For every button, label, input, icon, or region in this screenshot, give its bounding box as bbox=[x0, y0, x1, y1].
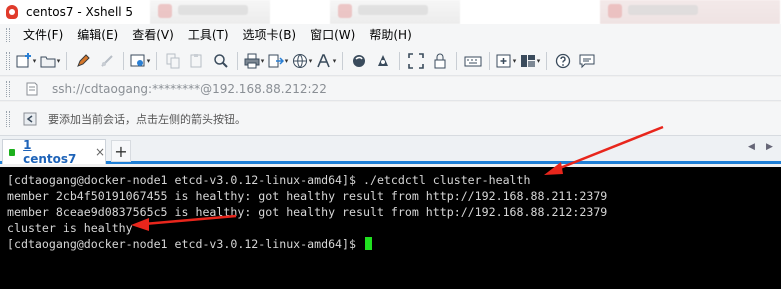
tab-name: centos7 bbox=[23, 152, 77, 166]
terminal-line: [cdtaogang@docker-node1 etcd-v3.0.12-lin… bbox=[7, 173, 531, 187]
font-icon[interactable]: ▾ bbox=[315, 49, 337, 73]
session-address[interactable]: ssh://cdtaogang:********@192.168.88.212:… bbox=[52, 82, 327, 96]
add-session-arrow-icon[interactable] bbox=[19, 107, 41, 131]
pen-icon[interactable] bbox=[72, 49, 94, 73]
paste-icon bbox=[186, 49, 208, 73]
toolbar-separator bbox=[237, 51, 238, 70]
xagent-icon[interactable] bbox=[372, 49, 394, 73]
tab-label: 1 centos7 bbox=[23, 138, 81, 166]
window-title: centos7 - Xshell 5 bbox=[26, 5, 134, 19]
toolbar-separator bbox=[489, 51, 490, 70]
menu-view[interactable]: 查看(V) bbox=[125, 25, 181, 45]
keyboard-icon[interactable] bbox=[462, 49, 484, 73]
terminal-line: cluster is healthy bbox=[7, 221, 133, 235]
tab-scroll-left-icon[interactable]: ◀ bbox=[748, 142, 755, 152]
addressbar-grip[interactable] bbox=[6, 80, 10, 97]
toolbar-separator bbox=[399, 51, 400, 70]
help-icon[interactable] bbox=[552, 49, 574, 73]
blurred-window-tab bbox=[150, 0, 270, 24]
blurred-window-tab bbox=[330, 0, 460, 24]
terminal-area[interactable]: [cdtaogang@docker-node1 etcd-v3.0.12-lin… bbox=[0, 167, 781, 289]
close-tab-icon[interactable]: × bbox=[95, 145, 105, 159]
xftp-icon[interactable] bbox=[348, 49, 370, 73]
terminal-line: member 2cb4f50191067455 is healthy: got … bbox=[7, 189, 608, 203]
fullscreen-icon[interactable] bbox=[405, 49, 427, 73]
hint-text: 要添加当前会话，点击左侧的箭头按钮。 bbox=[48, 112, 246, 126]
menu-bar: 文件(F) 编辑(E) 查看(V) 工具(T) 选项卡(B) 窗口(W) 帮助(… bbox=[0, 24, 781, 46]
new-session-icon[interactable]: ▾ bbox=[15, 49, 37, 73]
print-icon[interactable]: ▾ bbox=[243, 49, 265, 73]
globe-icon[interactable]: ▾ bbox=[291, 49, 313, 73]
chat-icon[interactable] bbox=[576, 49, 598, 73]
menu-tools[interactable]: 工具(T) bbox=[181, 25, 236, 45]
blurred-window-tab bbox=[600, 0, 780, 24]
prompt-text: [cdtaogang@docker-node1 etcd-v3.0.12-lin… bbox=[7, 237, 363, 251]
toolbar-separator bbox=[156, 51, 157, 70]
menu-tab[interactable]: 选项卡(B) bbox=[236, 25, 304, 45]
new-tab-icon[interactable]: ▾ bbox=[495, 49, 517, 73]
connected-status-icon bbox=[9, 148, 16, 156]
toolbar-separator bbox=[456, 51, 457, 70]
tab-bar: 1 centos7 × + ◀ ▶ bbox=[0, 136, 781, 166]
hint-bar: 要添加当前会话，点击左侧的箭头按钮。 bbox=[0, 102, 781, 136]
disconnect-icon bbox=[96, 49, 118, 73]
menubar-grip[interactable] bbox=[6, 28, 10, 42]
toolbar-separator bbox=[123, 51, 124, 70]
add-tab-button[interactable]: + bbox=[111, 140, 131, 162]
toolbar-grip[interactable] bbox=[6, 51, 10, 70]
transfer-icon[interactable]: ▾ bbox=[267, 49, 289, 73]
find-icon[interactable] bbox=[210, 49, 232, 73]
address-book-icon[interactable] bbox=[21, 77, 43, 101]
address-bar: ssh://cdtaogang:********@192.168.88.212:… bbox=[0, 77, 781, 101]
menu-file[interactable]: 文件(F) bbox=[16, 25, 70, 45]
hintbar-grip[interactable] bbox=[6, 110, 10, 127]
terminal-prompt-line: [cdtaogang@docker-node1 etcd-v3.0.12-lin… bbox=[7, 236, 781, 252]
toolbar-separator bbox=[342, 51, 343, 70]
menu-edit[interactable]: 编辑(E) bbox=[70, 25, 125, 45]
toolbar: ▾ ▾ ▾ ▾ ▾ ▾ ▾ ▾ ▾ bbox=[0, 46, 781, 76]
terminal-cursor bbox=[364, 237, 372, 250]
tab-number: 1 bbox=[23, 138, 32, 152]
xshell-logo-icon bbox=[4, 4, 20, 20]
lock-icon[interactable] bbox=[429, 49, 451, 73]
terminal-line: member 8ceae9d0837565c5 is healthy: got … bbox=[7, 205, 608, 219]
tab-centos7[interactable]: 1 centos7 × bbox=[2, 138, 106, 166]
properties-icon[interactable]: ▾ bbox=[129, 49, 151, 73]
layout-icon[interactable]: ▾ bbox=[519, 49, 541, 73]
toolbar-separator bbox=[66, 51, 67, 70]
menu-help[interactable]: 帮助(H) bbox=[362, 25, 418, 45]
open-folder-icon[interactable]: ▾ bbox=[39, 49, 61, 73]
copy-icon bbox=[162, 49, 184, 73]
title-bar: centos7 - Xshell 5 bbox=[0, 0, 781, 24]
toolbar-separator bbox=[546, 51, 547, 70]
menu-window[interactable]: 窗口(W) bbox=[303, 25, 362, 45]
tab-scroll-right-icon[interactable]: ▶ bbox=[766, 142, 773, 152]
